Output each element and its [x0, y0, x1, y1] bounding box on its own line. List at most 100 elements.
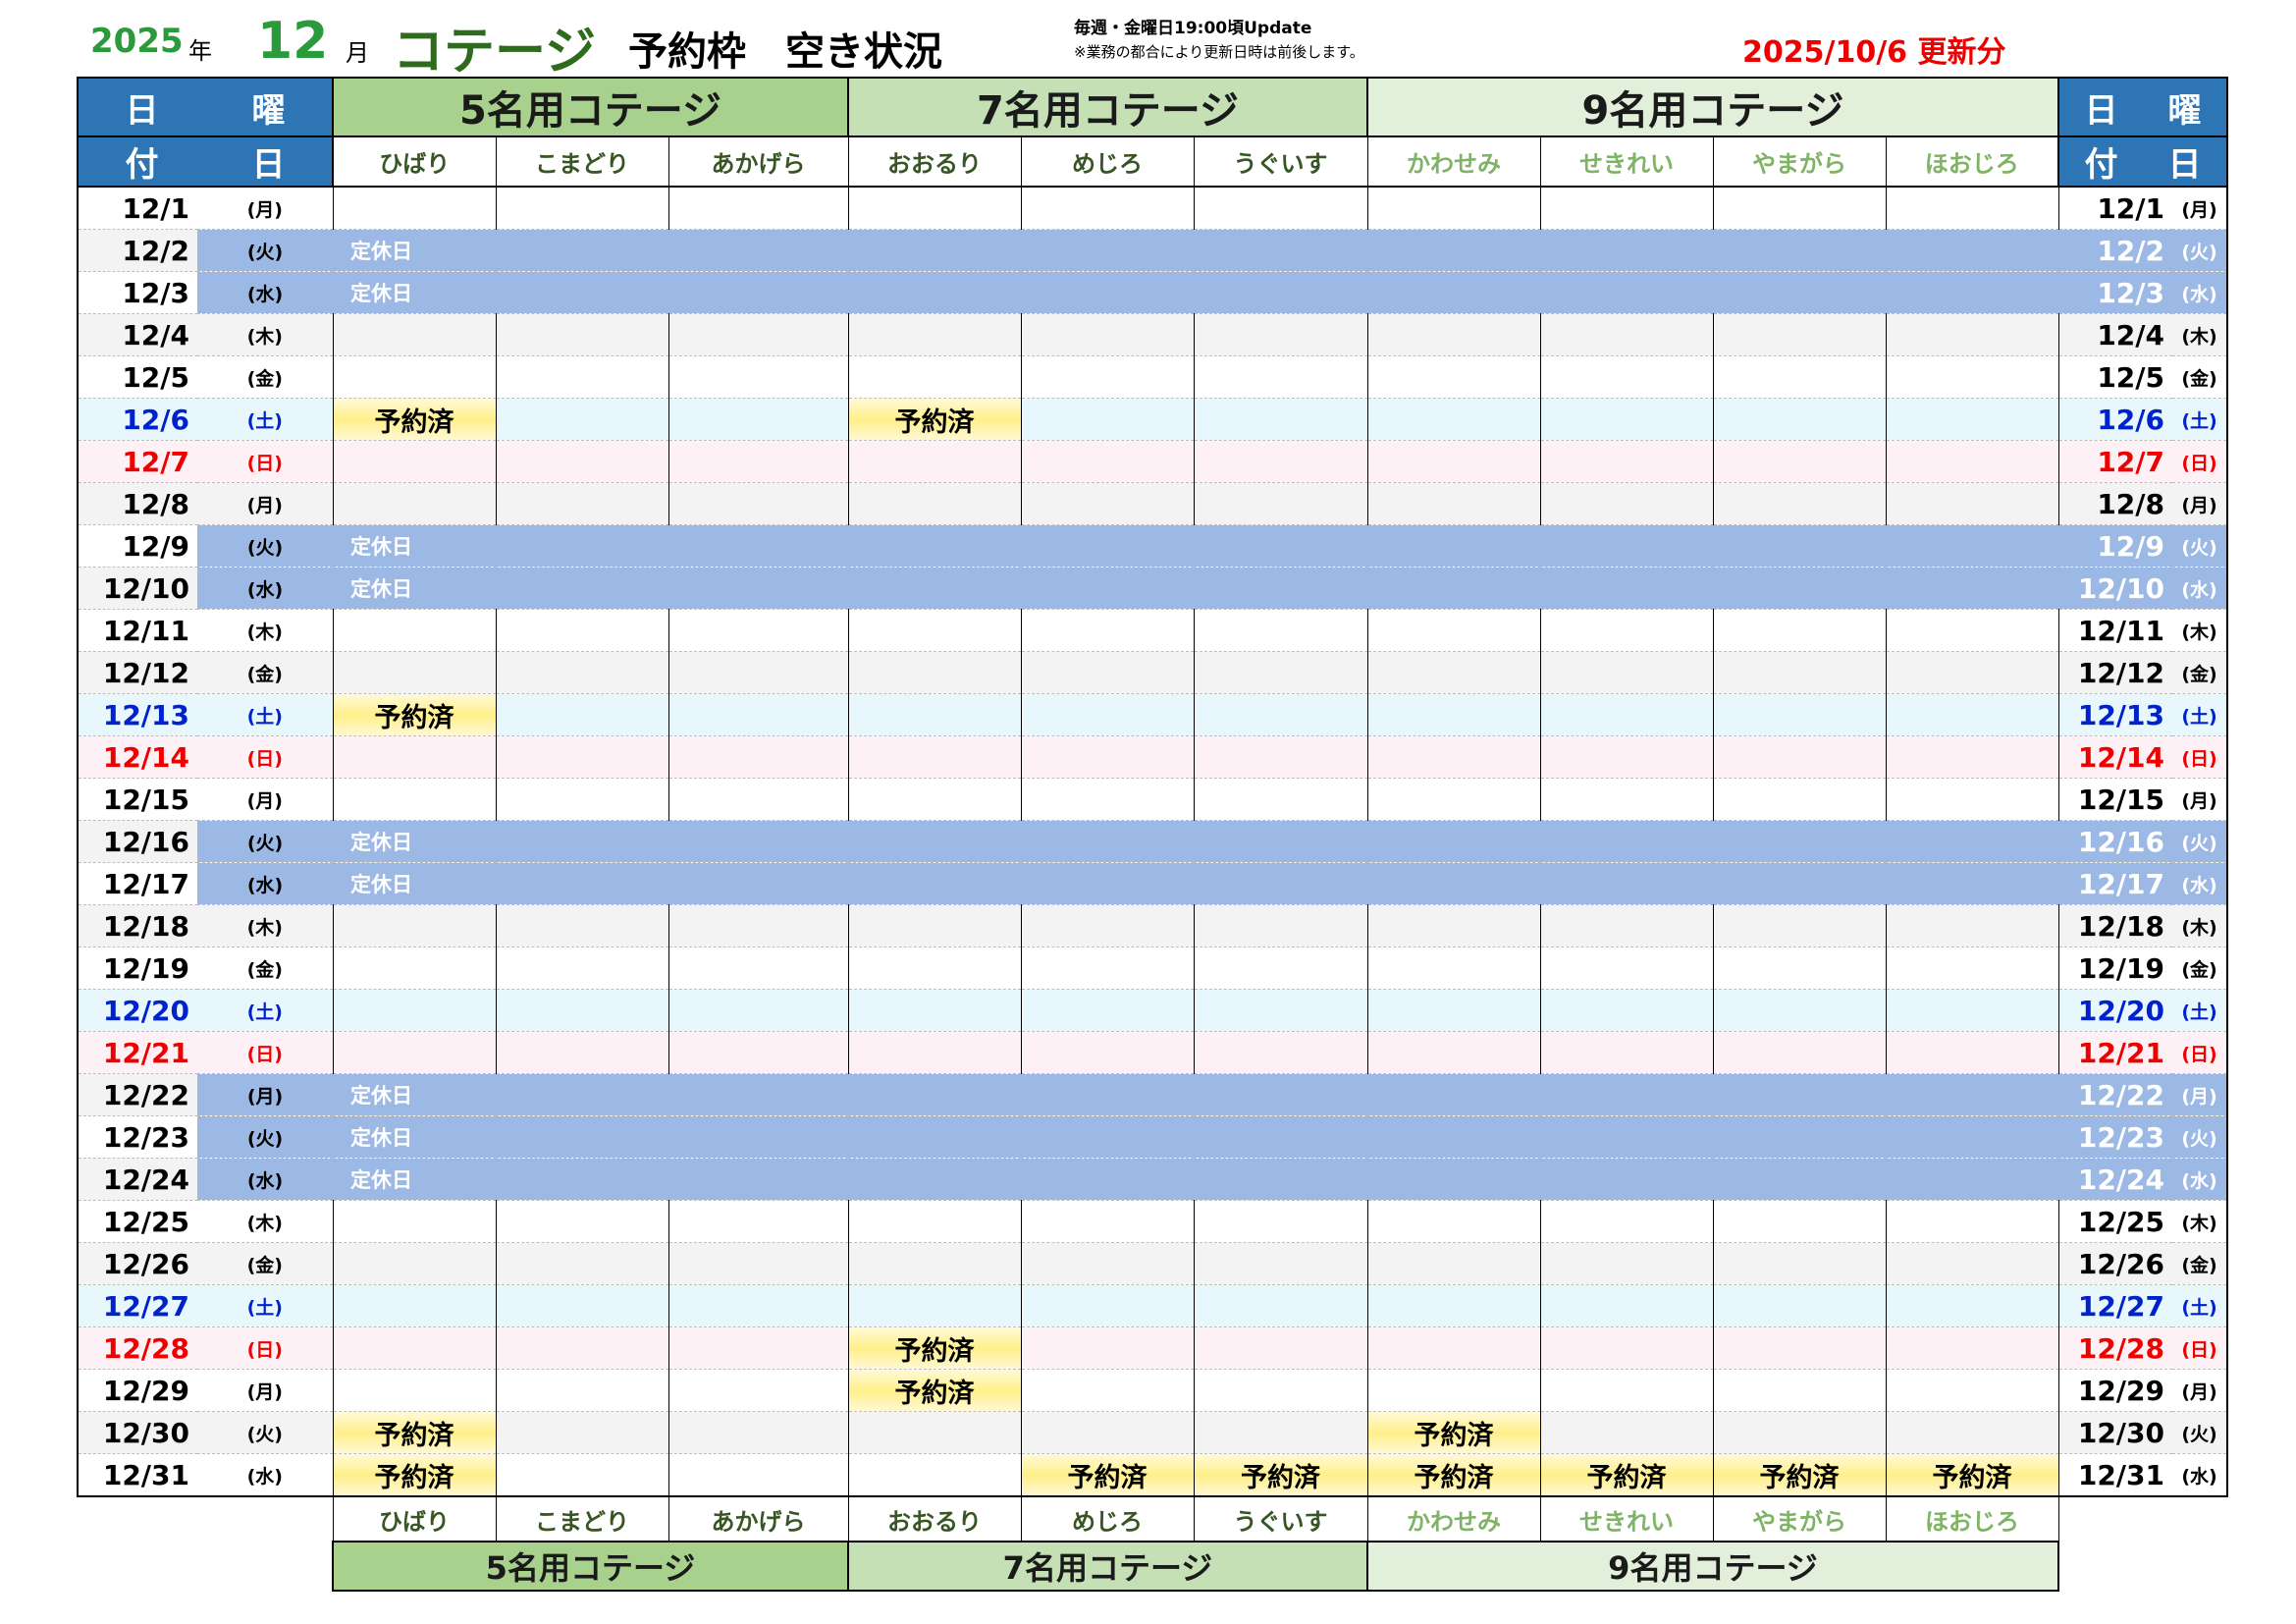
available-slot[interactable] [667, 1242, 849, 1285]
available-slot[interactable] [1020, 989, 1195, 1032]
available-slot[interactable] [1539, 778, 1714, 821]
available-slot[interactable] [1712, 1242, 1887, 1285]
available-slot[interactable] [1366, 1200, 1541, 1243]
available-slot[interactable] [847, 609, 1022, 652]
available-slot[interactable] [1366, 1369, 1541, 1412]
available-slot[interactable] [667, 187, 849, 230]
available-slot[interactable] [1539, 989, 1714, 1032]
available-slot[interactable] [667, 609, 849, 652]
available-slot[interactable] [332, 482, 497, 525]
available-slot[interactable] [495, 313, 669, 356]
available-slot[interactable] [1366, 693, 1541, 736]
available-slot[interactable] [1885, 947, 2059, 990]
available-slot[interactable] [1193, 1031, 1368, 1074]
available-slot[interactable] [1712, 440, 1887, 483]
available-slot[interactable] [332, 1326, 497, 1370]
available-slot[interactable] [1539, 355, 1714, 399]
available-slot[interactable] [1539, 440, 1714, 483]
available-slot[interactable] [495, 947, 669, 990]
available-slot[interactable] [1885, 313, 2059, 356]
available-slot[interactable] [1539, 1031, 1714, 1074]
available-slot[interactable] [1366, 904, 1541, 947]
available-slot[interactable] [667, 1326, 849, 1370]
available-slot[interactable] [1020, 1031, 1195, 1074]
available-slot[interactable] [495, 778, 669, 821]
available-slot[interactable] [1885, 482, 2059, 525]
available-slot[interactable] [667, 651, 849, 694]
available-slot[interactable] [1885, 398, 2059, 441]
available-slot[interactable] [1193, 440, 1368, 483]
available-slot[interactable] [1020, 398, 1195, 441]
available-slot[interactable] [1712, 989, 1887, 1032]
available-slot[interactable] [1539, 735, 1714, 779]
available-slot[interactable] [1885, 1369, 2059, 1412]
available-slot[interactable] [847, 904, 1022, 947]
available-slot[interactable] [1020, 693, 1195, 736]
available-slot[interactable] [667, 1411, 849, 1454]
available-slot[interactable] [667, 398, 849, 441]
available-slot[interactable] [495, 1200, 669, 1243]
available-slot[interactable] [1020, 947, 1195, 990]
available-slot[interactable] [1712, 693, 1887, 736]
available-slot[interactable] [1712, 1284, 1887, 1327]
available-slot[interactable] [495, 1453, 669, 1497]
available-slot[interactable] [495, 440, 669, 483]
available-slot[interactable] [1885, 778, 2059, 821]
available-slot[interactable] [1193, 313, 1368, 356]
available-slot[interactable] [1020, 1242, 1195, 1285]
available-slot[interactable] [1712, 355, 1887, 399]
available-slot[interactable] [1712, 313, 1887, 356]
available-slot[interactable] [1885, 1200, 2059, 1243]
available-slot[interactable] [1885, 440, 2059, 483]
available-slot[interactable] [1885, 1242, 2059, 1285]
available-slot[interactable] [1020, 735, 1195, 779]
available-slot[interactable] [332, 1284, 497, 1327]
available-slot[interactable] [1539, 904, 1714, 947]
available-slot[interactable] [847, 947, 1022, 990]
available-slot[interactable] [667, 947, 849, 990]
available-slot[interactable] [332, 651, 497, 694]
available-slot[interactable] [1539, 947, 1714, 990]
available-slot[interactable] [1193, 1284, 1368, 1327]
available-slot[interactable] [667, 313, 849, 356]
available-slot[interactable] [847, 440, 1022, 483]
available-slot[interactable] [1020, 482, 1195, 525]
available-slot[interactable] [1539, 1242, 1714, 1285]
available-slot[interactable] [1366, 735, 1541, 779]
available-slot[interactable] [1193, 1411, 1368, 1454]
available-slot[interactable] [1366, 355, 1541, 399]
available-slot[interactable] [1366, 482, 1541, 525]
available-slot[interactable] [332, 947, 497, 990]
available-slot[interactable] [1539, 651, 1714, 694]
available-slot[interactable] [1885, 1031, 2059, 1074]
available-slot[interactable] [1193, 1200, 1368, 1243]
available-slot[interactable] [1712, 947, 1887, 990]
available-slot[interactable] [495, 1326, 669, 1370]
available-slot[interactable] [667, 904, 849, 947]
available-slot[interactable] [1020, 187, 1195, 230]
available-slot[interactable] [1366, 1326, 1541, 1370]
available-slot[interactable] [667, 693, 849, 736]
available-slot[interactable] [1712, 1369, 1887, 1412]
available-slot[interactable] [332, 1031, 497, 1074]
available-slot[interactable] [667, 1200, 849, 1243]
available-slot[interactable] [1539, 1200, 1714, 1243]
available-slot[interactable] [495, 1284, 669, 1327]
available-slot[interactable] [1712, 1326, 1887, 1370]
available-slot[interactable] [1712, 187, 1887, 230]
available-slot[interactable] [667, 1453, 849, 1497]
available-slot[interactable] [847, 1284, 1022, 1327]
available-slot[interactable] [1712, 398, 1887, 441]
available-slot[interactable] [667, 735, 849, 779]
available-slot[interactable] [332, 355, 497, 399]
available-slot[interactable] [847, 1200, 1022, 1243]
available-slot[interactable] [667, 778, 849, 821]
available-slot[interactable] [1366, 778, 1541, 821]
available-slot[interactable] [847, 778, 1022, 821]
available-slot[interactable] [1193, 187, 1368, 230]
available-slot[interactable] [1712, 1200, 1887, 1243]
available-slot[interactable] [495, 1031, 669, 1074]
available-slot[interactable] [332, 735, 497, 779]
available-slot[interactable] [1020, 778, 1195, 821]
available-slot[interactable] [495, 1411, 669, 1454]
